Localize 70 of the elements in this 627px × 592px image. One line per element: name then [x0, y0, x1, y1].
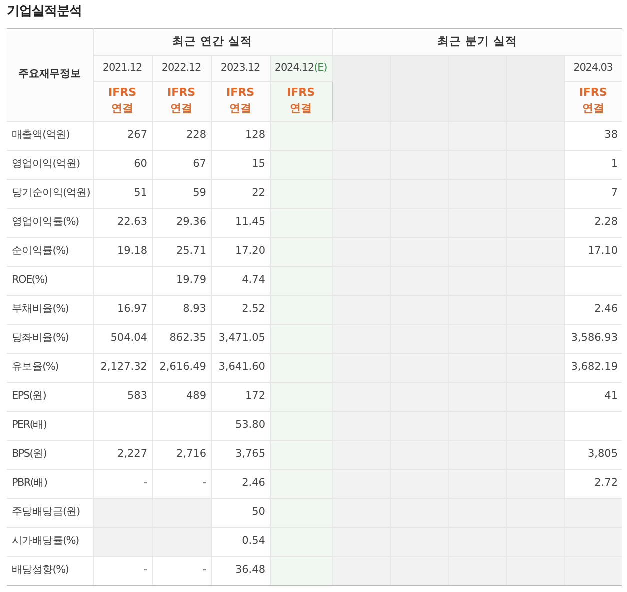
table-cell: 16.97 [93, 296, 152, 324]
table-cell: 8.93 [152, 296, 211, 324]
row-label: 당기순이익(억원) [7, 180, 93, 208]
table-cell: 36.48 [211, 556, 270, 586]
table-cell: 2,127.32 [93, 354, 152, 382]
table-cell: 22 [211, 180, 270, 208]
table-cell: 29.36 [152, 208, 211, 238]
table-cell: 2,616.49 [152, 354, 211, 382]
row-label: 순이익률(%) [7, 238, 93, 266]
group-header: 최근 연간 실적 [93, 28, 332, 56]
table-cell: 67 [152, 150, 211, 180]
table-cell: 3,641.60 [211, 354, 270, 382]
table-cell: 3,765 [211, 440, 270, 470]
row-label: BPS(원) [7, 440, 93, 470]
period-label: 2022.12 [162, 62, 202, 74]
table-cell: 504.04 [93, 324, 152, 354]
table-cell: - [93, 556, 152, 586]
table-cell: 50 [211, 498, 270, 528]
estimate-mark: (E) [314, 62, 328, 74]
table-cell: 228 [152, 122, 211, 150]
period-label: 2021.12 [102, 62, 142, 74]
basis-label: IFRS 연결 [168, 86, 196, 114]
table-cell: 0.54 [211, 528, 270, 556]
table-cell: 19.18 [93, 238, 152, 266]
table-cell: 22.63 [93, 208, 152, 238]
table-cell: 2.52 [211, 296, 270, 324]
row-label: PER(배) [7, 412, 93, 440]
basis-label: IFRS 연결 [226, 86, 254, 114]
table-cell: 583 [93, 382, 152, 412]
row-label: 매출액(억원) [7, 122, 93, 150]
table-cell: 862.35 [152, 324, 211, 354]
row-label: 당좌비율(%) [7, 324, 93, 354]
basis-label: IFRS 연결 [579, 86, 608, 114]
period-label: 2024.03 [574, 62, 613, 74]
table-cell: 2,716 [152, 440, 211, 470]
table-cell: 267 [93, 122, 152, 150]
row-label: 시가배당률(%) [7, 528, 93, 556]
basis-label: IFRS 연결 [287, 86, 315, 114]
row-label: PBR(배) [7, 470, 93, 498]
row-label: 영업이익률(%) [7, 208, 93, 238]
row-header: 주요재무정보 [7, 28, 93, 122]
row-label: ROE(%) [7, 266, 93, 296]
table-cell: 3,471.05 [211, 324, 270, 354]
table-cell: 128 [211, 122, 270, 150]
row-label: EPS(원) [7, 382, 93, 412]
period-label: 2024.12 [274, 62, 314, 74]
row-label: 주당배당금(원) [7, 498, 93, 528]
table-cell: 51 [93, 180, 152, 208]
section-title: 기업실적분석 [7, 4, 83, 20]
table-cell: - [152, 556, 211, 586]
table-cell: 15 [211, 150, 270, 180]
table-cell: 11.45 [211, 208, 270, 238]
table-cell: 60 [93, 150, 152, 180]
table-cell: 17.20 [211, 238, 270, 266]
table-cell: 53.80 [211, 412, 270, 440]
table-cell: 59 [152, 180, 211, 208]
basis-label: IFRS 연결 [108, 86, 136, 114]
table-cell: 2,227 [93, 440, 152, 470]
row-label: 유보율(%) [7, 354, 93, 382]
row-label: 영업이익(억원) [7, 150, 93, 180]
row-label: 배당성향(%) [7, 556, 93, 586]
table-cell: 25.71 [152, 238, 211, 266]
row-label: 부채비율(%) [7, 296, 93, 324]
table-cell: 19.79 [152, 266, 211, 296]
period-label: 2023.12 [220, 62, 260, 74]
group-header: 최근 분기 실적 [332, 28, 622, 56]
table-cell: 172 [211, 382, 270, 412]
table-cell: 489 [152, 382, 211, 412]
table-cell: 4.74 [211, 266, 270, 296]
table-cell: 2.46 [211, 470, 270, 498]
